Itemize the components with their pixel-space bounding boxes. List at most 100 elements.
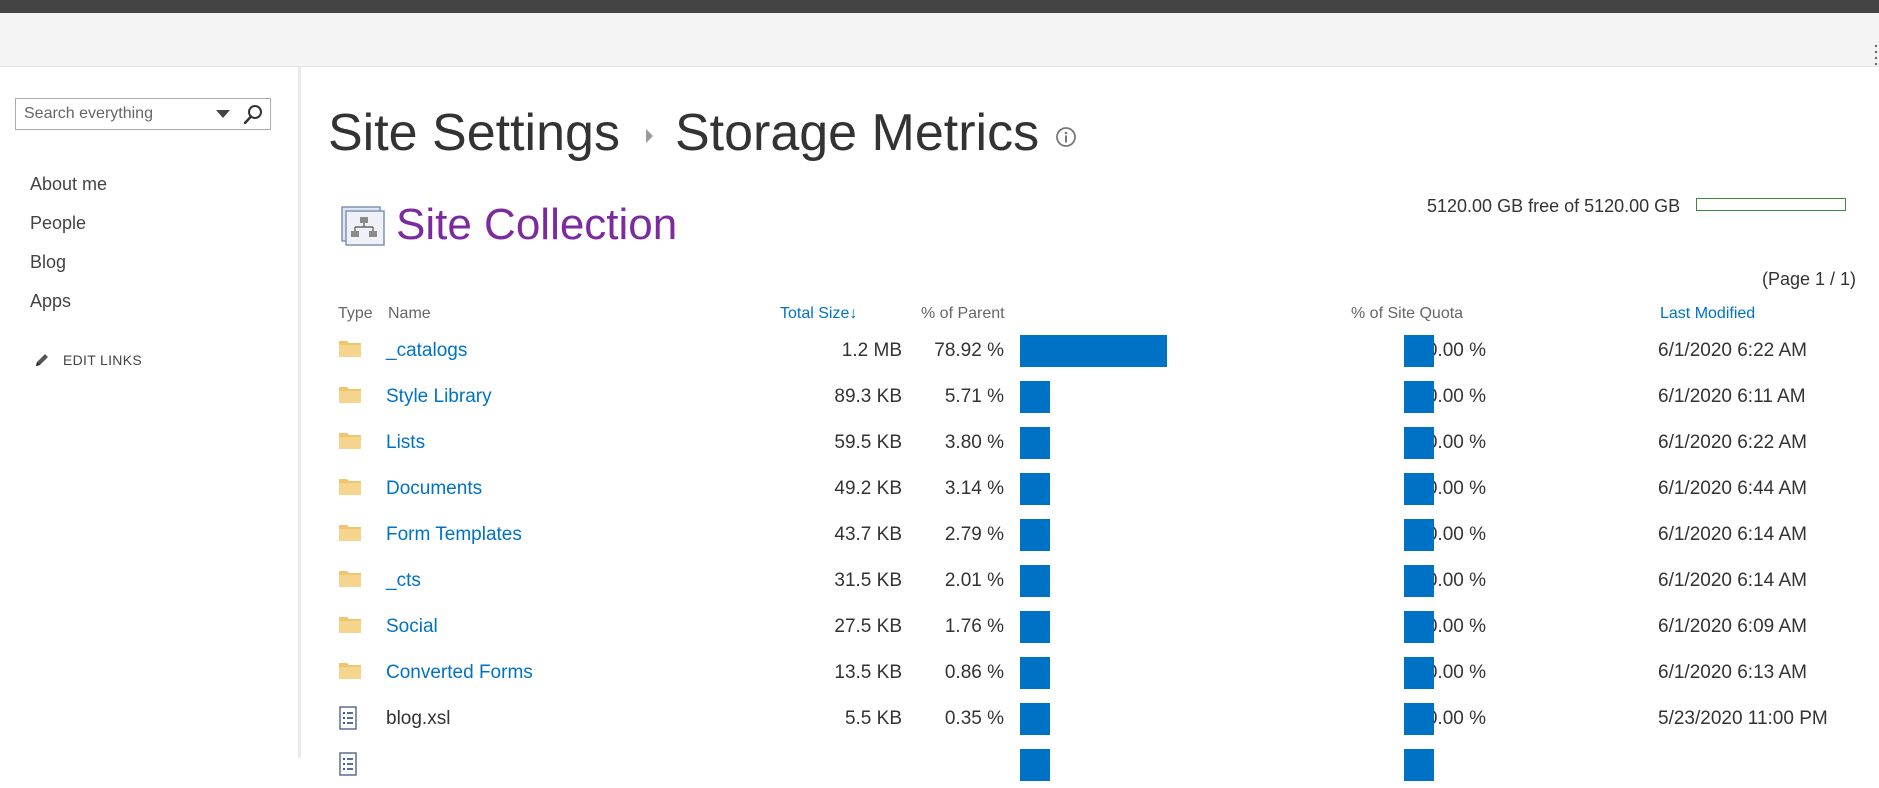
folder-icon (338, 568, 362, 593)
item-name-link[interactable]: _cts (386, 558, 421, 604)
search-button[interactable] (240, 102, 266, 128)
item-total-size: 1.2 MB (841, 340, 902, 361)
item-last-modified: 6/1/2020 6:14 AM (1658, 524, 1807, 545)
file-icon (338, 706, 358, 735)
item-percent-quota: 0.00 % (1426, 570, 1486, 591)
percent-parent-bar (1020, 335, 1167, 367)
page-title: Storage Metrics (674, 104, 1040, 162)
item-percent-quota: 0.00 % (1426, 478, 1486, 499)
item-name-link[interactable]: _catalogs (386, 328, 467, 374)
item-percent-parent: 78.92 % (934, 340, 1004, 361)
item-last-modified: 6/1/2020 6:22 AM (1658, 340, 1807, 361)
folder-icon (338, 522, 362, 547)
item-name-link[interactable]: Style Library (386, 374, 492, 420)
item-name-link[interactable]: Social (386, 604, 438, 650)
item-percent-parent: 1.76 % (944, 616, 1004, 637)
pencil-icon (36, 354, 48, 366)
nav-item-people[interactable]: People (30, 213, 86, 234)
total-size-label: Total Size (780, 305, 850, 322)
search-box (15, 98, 271, 130)
item-total-size: 5.5 KB (844, 708, 902, 729)
item-last-modified: 6/1/2020 6:11 AM (1658, 386, 1806, 407)
focus-mode-icon[interactable] (1873, 43, 1879, 65)
column-header-percent-parent: % of Parent (921, 305, 1005, 322)
edit-links-button[interactable]: EDIT LINKS (33, 350, 142, 370)
ribbon-bar (0, 13, 1879, 67)
folder-icon (338, 430, 362, 455)
percent-quota-bar (1404, 335, 1434, 367)
item-last-modified: 6/1/2020 6:13 AM (1658, 662, 1807, 683)
item-name-link[interactable]: Documents (386, 466, 482, 512)
item-last-modified: 6/1/2020 6:14 AM (1658, 570, 1807, 591)
folder-icon (338, 660, 362, 685)
item-percent-parent: 0.35 % (944, 708, 1004, 729)
item-name-link[interactable]: Form Templates (386, 512, 522, 558)
item-name-link[interactable]: Lists (386, 420, 425, 466)
item-percent-quota: 0.00 % (1426, 386, 1486, 407)
item-total-size: 27.5 KB (834, 616, 902, 637)
breadcrumb-separator-icon (645, 129, 653, 143)
item-total-size: 13.5 KB (834, 662, 902, 683)
percent-parent-bar (1020, 611, 1050, 643)
item-total-size: 89.3 KB (834, 386, 902, 407)
item-last-modified: 6/1/2020 6:44 AM (1658, 478, 1807, 499)
file-icon (338, 752, 358, 781)
table-row: Lists 59.5 KB 3.80 % 0.00 % 6/1/2020 6:22 AM (300, 420, 1879, 466)
percent-parent-bar (1020, 565, 1050, 597)
folder-icon (338, 384, 362, 409)
item-percent-parent: 3.80 % (944, 432, 1004, 453)
breadcrumb-site-settings[interactable]: Site Settings (328, 103, 620, 163)
table-row: Form Templates 43.7 KB 2.79 % 0.00 % 6/1/202… (300, 512, 1879, 558)
item-percent-parent: 0.86 % (944, 662, 1004, 683)
item-percent-quota: 0.00 % (1426, 616, 1486, 637)
table-row: _catalogs 1.2 MB 78.92 % 0.00 % 6/1/2020 6:2… (300, 328, 1879, 374)
sort-descending-icon: ↓ (849, 305, 858, 322)
percent-quota-bar (1404, 657, 1434, 689)
nav-item-about-me[interactable]: About me (30, 174, 107, 195)
item-percent-quota: 0.00 % (1426, 662, 1486, 683)
search-input[interactable] (24, 99, 214, 129)
search-scope-dropdown-icon[interactable] (216, 110, 230, 118)
column-header-total-size[interactable]: Total Size↓ (780, 305, 857, 323)
item-percent-parent: 2.01 % (944, 570, 1004, 591)
nav-item-apps[interactable]: Apps (30, 291, 71, 312)
item-total-size: 49.2 KB (834, 478, 902, 499)
table-row: Documents 49.2 KB 3.14 % 0.00 % 6/1/2020 6:4… (300, 466, 1879, 512)
percent-quota-bar (1404, 611, 1434, 643)
percent-quota-bar (1404, 565, 1434, 597)
breadcrumb: Site Settings Storage Metrics (328, 103, 1077, 163)
item-total-size: 43.7 KB (834, 524, 902, 545)
folder-icon (338, 476, 362, 501)
column-header-last-modified[interactable]: Last Modified (1660, 305, 1755, 323)
folder-icon (338, 614, 362, 639)
column-header-percent-quota: % of Site Quota (1351, 305, 1464, 322)
item-last-modified: 5/23/2020 11:00 PM (1658, 708, 1828, 729)
folder-icon (338, 338, 362, 363)
table-row: _cts 31.5 KB 2.01 % 0.00 % 6/1/2020 6:14 AM (300, 558, 1879, 604)
left-navigation: About me People Blog Apps EDIT LINKS (0, 67, 301, 758)
edit-links-label: EDIT LINKS (63, 352, 142, 368)
top-suite-bar (0, 0, 1879, 13)
percent-quota-bar (1404, 473, 1434, 505)
percent-parent-bar (1020, 381, 1050, 413)
percent-parent-bar (1020, 703, 1050, 735)
search-icon (243, 105, 262, 125)
table-row: Social 27.5 KB 1.76 % 0.00 % 6/1/2020 6:09 A… (300, 604, 1879, 650)
percent-parent-bar (1020, 519, 1050, 551)
item-last-modified: 6/1/2020 6:22 AM (1658, 432, 1807, 453)
info-icon[interactable] (1055, 126, 1077, 148)
percent-quota-bar (1404, 703, 1434, 735)
item-total-size: 31.5 KB (834, 570, 902, 591)
table-row: blog.xsl 5.5 KB 0.35 % 0.00 % 5/23/2020 11:0… (300, 696, 1879, 742)
table-row: Style Library 89.3 KB 5.71 % 0.00 % 6/1/2020… (300, 374, 1879, 420)
nav-item-blog[interactable]: Blog (30, 252, 66, 273)
item-percent-quota: 0.00 % (1426, 708, 1486, 729)
section-title: Site Collection (396, 200, 678, 249)
item-name-link[interactable]: Converted Forms (386, 650, 533, 696)
percent-parent-bar (1020, 749, 1050, 781)
percent-parent-bar (1020, 657, 1050, 689)
item-percent-quota: 0.00 % (1426, 340, 1486, 361)
item-last-modified: 6/1/2020 6:09 AM (1658, 616, 1807, 637)
percent-parent-bar (1020, 427, 1050, 459)
site-collection-header: Site Collection (338, 200, 677, 250)
